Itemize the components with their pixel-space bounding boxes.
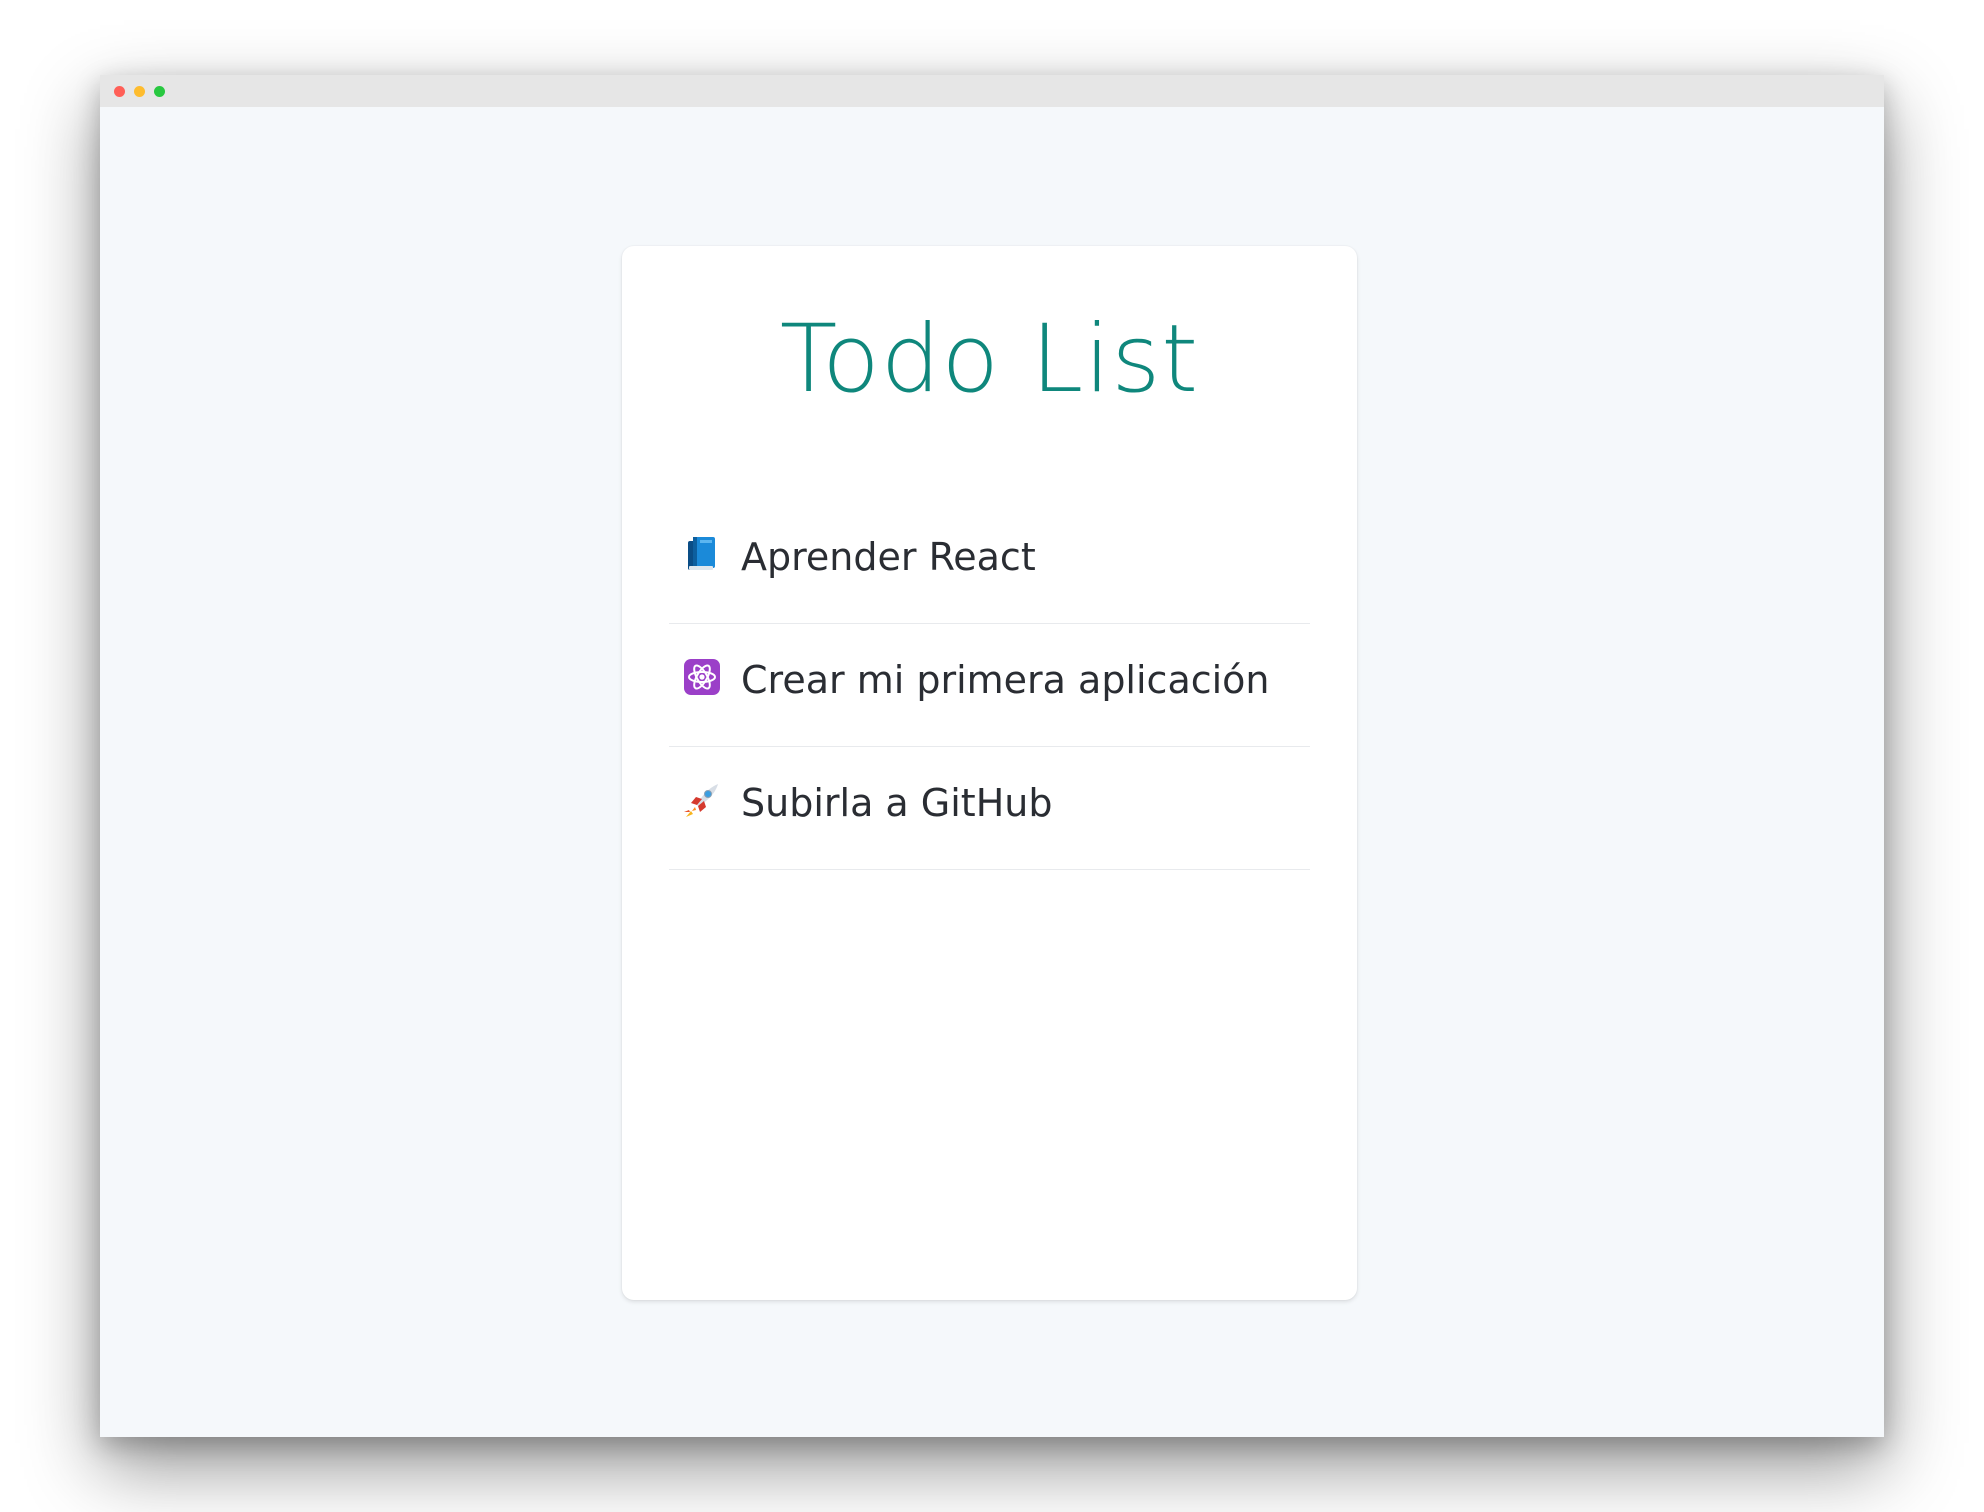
maximize-window-button[interactable] (154, 86, 165, 97)
todo-item[interactable]: Aprender React (669, 501, 1310, 624)
rocket-icon (684, 784, 718, 817)
todo-card: Todo List Aprender React Crear mi primer… (622, 246, 1357, 1300)
browser-window: Todo List Aprender React Crear mi primer… (100, 75, 1884, 1437)
todo-label: Aprender React (741, 535, 1036, 579)
todo-item[interactable]: Subirla a GitHub (669, 747, 1310, 870)
todo-item[interactable]: Crear mi primera aplicación (669, 624, 1310, 747)
blue-book-icon (688, 537, 715, 570)
todo-list: Aprender React Crear mi primera aplicaci… (669, 501, 1310, 870)
atom-icon (684, 659, 720, 695)
page-title: Todo List (779, 305, 1200, 414)
close-window-button[interactable] (114, 86, 125, 97)
minimize-window-button[interactable] (134, 86, 145, 97)
todo-label: Subirla a GitHub (741, 781, 1053, 825)
window-titlebar (100, 75, 1884, 107)
todo-label: Crear mi primera aplicación (741, 658, 1270, 702)
